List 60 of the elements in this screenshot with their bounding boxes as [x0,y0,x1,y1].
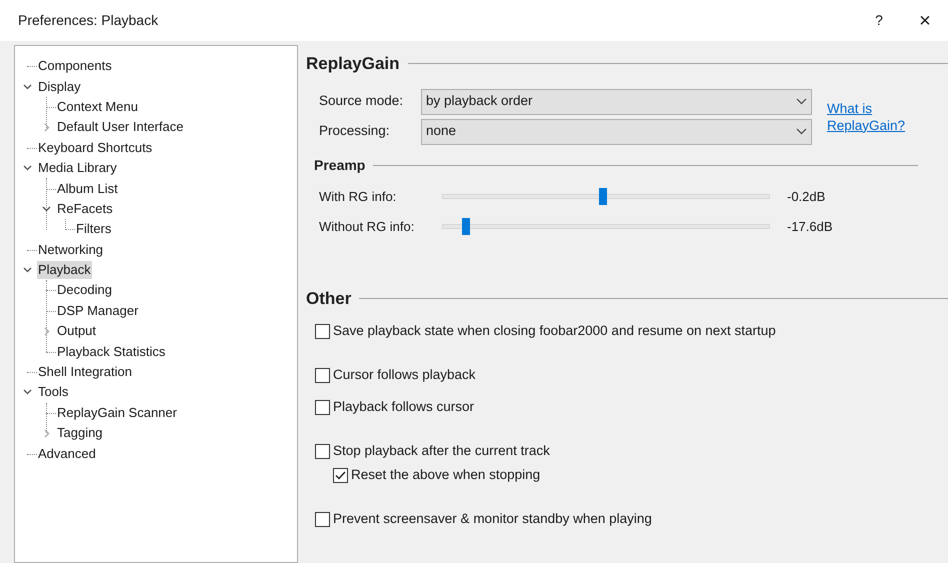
tree-item[interactable]: DSP Manager [56,302,140,320]
checkbox[interactable] [315,368,330,382]
tree-item[interactable]: Album List [56,180,119,198]
tree-item[interactable]: Tools [37,383,70,402]
chevron-right-icon[interactable] [44,326,50,336]
checkbox[interactable] [315,512,330,526]
tree-item[interactable]: Filters [75,220,112,238]
tree-item[interactable]: Components [37,57,113,76]
tree-item[interactable]: Output [56,322,98,340]
tree-item[interactable]: Playback [37,261,92,280]
slider-value: -0.2dB [787,188,826,206]
chevron-right-icon[interactable] [44,122,50,132]
chevron-down-icon [796,128,807,135]
tree-item[interactable]: Advanced [37,444,97,463]
field-label: Source mode: [319,92,404,110]
tree-item[interactable]: ReFacets [56,200,114,218]
checkbox[interactable] [333,468,348,482]
tree-item[interactable]: Media Library [37,159,118,178]
field-label: Processing: [319,122,391,140]
section-heading: Other [306,288,352,310]
chevron-down-icon[interactable] [42,206,51,212]
tree-item[interactable]: Decoding [56,281,113,300]
chevron-right-icon[interactable] [44,428,50,438]
close-button[interactable]: × [902,0,948,41]
chevron-down-icon[interactable] [23,389,32,396]
window-title: Preferences: Playback [18,11,160,30]
tree-item[interactable]: Tagging [56,424,104,442]
slider-thumb[interactable] [462,218,470,235]
checkbox[interactable] [315,400,330,414]
dropdown[interactable]: by playback order [421,88,812,114]
checkbox-label: Cursor follows playback [333,366,476,384]
chevron-down-icon [796,98,807,105]
tree-item[interactable]: Networking [37,240,104,259]
checkbox[interactable] [315,324,330,338]
slider-thumb[interactable] [598,188,607,205]
section-heading: Preamp [314,156,366,175]
help-link[interactable]: What is ReplayGain? [827,100,917,134]
chevron-down-icon[interactable] [23,267,32,274]
tree-item[interactable]: Default User Interface [56,118,184,136]
dropdown[interactable]: none [421,118,812,144]
tree-item[interactable]: Playback Statistics [56,342,166,361]
checkbox-label: Reset the above when stopping [351,466,540,484]
tree-item[interactable]: Shell Integration [37,363,133,382]
chevron-down-icon[interactable] [23,84,32,90]
slider-label: Without RG info: [319,218,416,236]
checkmark-icon [335,470,346,480]
tree-item[interactable]: Display [37,78,82,96]
checkbox-label: Playback follows cursor [333,398,474,416]
help-button[interactable]: ? [856,0,902,41]
section-heading: ReplayGain [306,53,400,75]
tree-item[interactable]: Context Menu [56,98,139,116]
checkbox[interactable] [315,444,330,458]
slider-value: -17.6dB [787,218,833,236]
tree-item[interactable]: ReplayGain Scanner [56,404,178,422]
tree-item[interactable]: Keyboard Shortcuts [37,138,154,157]
checkbox-label: Prevent screensaver & monitor standby when playing [333,510,652,528]
checkbox-label: Save playback state when closing foobar2000 and resume on next startup [333,322,776,340]
checkbox-label: Stop playback after the current track [333,442,550,460]
chevron-down-icon[interactable] [23,165,32,172]
slider-label: With RG info: [319,188,398,206]
